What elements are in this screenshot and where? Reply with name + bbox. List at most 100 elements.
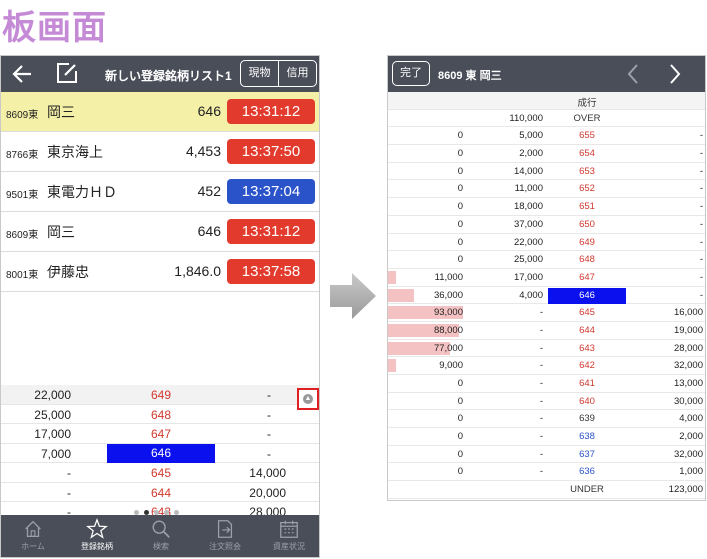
buy-qty: - xyxy=(699,289,703,301)
board-price: 成行 xyxy=(577,98,597,109)
tab-home[interactable]: ホーム xyxy=(1,515,65,557)
sell-order-qty: 25,000 xyxy=(513,254,543,266)
scroll-top-button[interactable]: ▲ xyxy=(297,388,319,410)
tab-label: ホーム xyxy=(21,542,45,551)
sell-qty: 88,000 xyxy=(433,324,463,336)
board-price: 643 xyxy=(579,342,595,354)
order-book-row: 0 2,000 654 - xyxy=(388,145,705,163)
mini-ask-qty: 17,000 xyxy=(34,427,71,441)
order-book-row: 11,000 17,000 647 - xyxy=(388,269,705,287)
sell-order-qty: 17,000 xyxy=(513,271,543,283)
stock-code: 8609東 xyxy=(6,230,39,241)
buy-qty: - xyxy=(699,236,703,248)
bottom-tab-bar: ホーム 登録銘柄 検索 注文照会 資産状況 xyxy=(1,515,319,557)
sell-qty: 0 xyxy=(457,466,463,478)
spot-tab[interactable]: 現物 xyxy=(241,61,278,86)
order-book-row: 0 14,000 653 - xyxy=(388,163,705,181)
buy-qty: 16,000 xyxy=(673,307,703,319)
board-price: 653 xyxy=(579,165,595,177)
mini-board-row: 7,000 646 - xyxy=(1,443,319,463)
buy-qty: - xyxy=(699,130,703,142)
stock-code: 8766東 xyxy=(6,150,39,161)
board-price: 644 xyxy=(579,324,595,336)
mini-board-row: 22,000 649 - xyxy=(1,385,319,405)
sell-qty: 0 xyxy=(457,254,463,266)
mini-bid-qty: 20,000 xyxy=(249,485,286,500)
sell-order-qty: 2,000 xyxy=(519,148,543,160)
mini-price: 647 xyxy=(150,427,172,441)
order-book-row: 88,000 - 644 19,000 xyxy=(388,322,705,340)
mini-price: 648 xyxy=(150,407,172,422)
sell-order-qty: - xyxy=(539,448,543,460)
sell-qty: 0 xyxy=(457,378,463,389)
sell-order-qty: 110,000 xyxy=(509,112,543,124)
buy-qty: - xyxy=(699,271,703,283)
mini-board-row: 25,000 648 - xyxy=(1,405,319,424)
sell-qty: 0 xyxy=(457,183,463,195)
board-price: OVER xyxy=(573,112,601,124)
transition-arrow-icon xyxy=(330,273,376,319)
stock-row[interactable]: 8609東 岡三 646 13:31:12 xyxy=(1,212,319,252)
tab-order[interactable]: 注文照会 xyxy=(193,515,257,557)
sell-order-qty: 11,000 xyxy=(514,183,543,195)
board-price: 636 xyxy=(579,466,595,478)
buy-qty: 32,000 xyxy=(673,448,703,460)
buy-qty: - xyxy=(699,201,703,213)
sell-qty: 0 xyxy=(457,130,463,142)
order-book-row: 93,000 - 645 16,000 xyxy=(388,304,705,322)
order-book-row: 0 - 637 32,000 xyxy=(388,446,705,464)
mini-board-row: 17,000 647 - xyxy=(1,424,319,444)
stock-price: 1,846.0 xyxy=(174,263,221,279)
mini-ask-qty: - xyxy=(67,466,71,480)
sell-order-qty: - xyxy=(539,342,543,354)
order-book-row: 0 22,000 649 - xyxy=(388,234,705,252)
done-button[interactable]: 完了 xyxy=(392,61,430,86)
order-book-row: 0 37,000 650 - xyxy=(388,216,705,234)
mini-board-row: - 645 14,000 xyxy=(1,463,319,483)
board-price: 641 xyxy=(579,378,595,389)
order-book-row: 0 - 640 30,000 xyxy=(388,393,705,411)
tab-search[interactable]: 検索 xyxy=(129,515,193,557)
sell-order-qty: 14,000 xyxy=(513,165,543,177)
buy-qty: 123,000 xyxy=(668,484,703,496)
stock-row[interactable]: 8766東 東京海上 4,453 13:37:50 xyxy=(1,132,319,172)
chevron-left-icon[interactable] xyxy=(625,63,641,85)
back-arrow-icon[interactable] xyxy=(9,60,37,88)
sell-order-qty: 4,000 xyxy=(519,289,543,301)
stock-row[interactable]: 8001東 伊藤忠 1,846.0 13:37:58 xyxy=(1,252,319,292)
mini-ask-qty: 7,000 xyxy=(40,446,71,461)
mini-price: 649 xyxy=(150,388,172,402)
edit-icon[interactable] xyxy=(55,61,79,85)
stock-price: 4,453 xyxy=(185,143,221,159)
sell-qty: 0 xyxy=(457,165,463,177)
order-book-screen: 完了 8609 東 岡三 成行 110,000 OVER 0 5,000 655 - 0 2,0… xyxy=(387,55,706,501)
update-time-badge: 13:37:04 xyxy=(227,179,315,204)
board-price: 639 xyxy=(579,413,595,425)
stock-name: 伊藤忠 xyxy=(47,264,89,280)
tab-calendar[interactable]: 資産状況 xyxy=(257,515,319,557)
stock-row[interactable]: 8609東 岡三 646 13:31:12 xyxy=(1,92,319,132)
tab-star[interactable]: 登録銘柄 xyxy=(65,515,129,557)
stock-row[interactable]: 9501東 東電力ＨＤ 452 13:37:04 xyxy=(1,172,319,212)
buy-qty: 32,000 xyxy=(673,360,703,372)
page-title: 板画面 xyxy=(2,8,107,48)
update-time-badge: 13:37:50 xyxy=(227,139,315,164)
chevron-up-icon: ▲ xyxy=(303,394,313,404)
tab-label: 登録銘柄 xyxy=(81,542,113,551)
sell-order-qty: - xyxy=(539,395,543,407)
buy-qty: 1,000 xyxy=(679,466,703,478)
mini-bid-qty: - xyxy=(267,446,271,461)
buy-qty: - xyxy=(699,165,703,177)
sell-order-qty: 37,000 xyxy=(513,218,543,230)
mini-bid-qty: - xyxy=(267,427,271,441)
mini-board-row: - 644 20,000 xyxy=(1,483,319,502)
buy-qty: - xyxy=(699,148,703,160)
tab-label: 検索 xyxy=(153,542,169,551)
order-book-row: 0 - 641 13,000 xyxy=(388,375,705,393)
board-price: 647 xyxy=(579,271,595,283)
stock-code: 9501東 xyxy=(6,190,39,201)
stock-title: 8609 東 岡三 xyxy=(438,70,502,82)
board-price: 650 xyxy=(579,218,595,230)
margin-tab[interactable]: 信用 xyxy=(278,61,316,86)
chevron-right-icon[interactable] xyxy=(667,63,683,85)
